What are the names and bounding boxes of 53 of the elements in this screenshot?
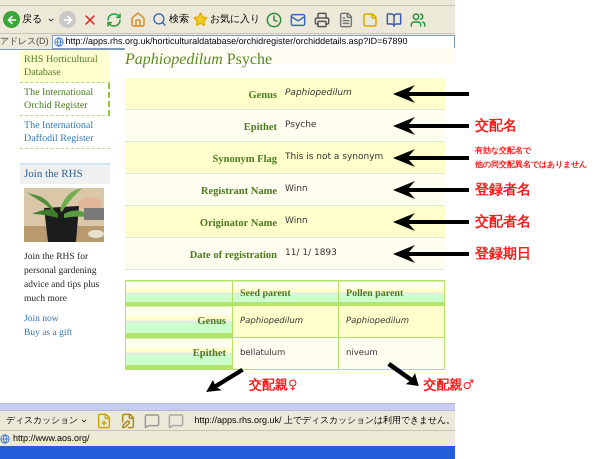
address-label: アドレス(D) — [0, 34, 48, 48]
scrollbar[interactable] — [0, 403, 455, 411]
discussion-message: http://apps.rhs.org.uk/ 上でディスカッションは利用できません。 — [194, 414, 455, 427]
history-icon[interactable] — [264, 10, 284, 30]
annotation-text: 交配親♀ — [249, 376, 298, 395]
favorites-button[interactable]: お気に入り — [193, 8, 260, 30]
arrow — [386, 362, 420, 386]
table-cell: niveum — [338, 338, 444, 370]
field-value: Psyche — [285, 118, 316, 132]
field-value: 11/ 1/ 1893 — [285, 246, 337, 260]
search-button[interactable]: 検索 — [152, 8, 189, 30]
field-label: Registrant Name — [200, 186, 277, 196]
annotation-text: 有効な交配名で — [475, 145, 532, 157]
sidebar-item[interactable]: RHS Horticultural Database — [20, 50, 110, 83]
field-label: Epithet — [244, 122, 277, 132]
section-heading: Join the RHS — [24, 168, 83, 180]
field-label: Date of registration — [190, 250, 277, 260]
back-button[interactable]: 戻る — [2, 8, 43, 30]
page-icon — [54, 36, 64, 46]
annotation-text: 交配親♂ — [424, 376, 474, 395]
annotation-text: 登録者名 — [475, 180, 531, 200]
field-label: Synonym Flag — [212, 154, 277, 164]
field-value: Winn — [285, 182, 308, 196]
back-icon — [3, 11, 20, 28]
promo-text: Join the RHS for personal gardening advice and tips plus much more — [23, 251, 100, 306]
sidebar-item[interactable]: The International Orchid Register — [20, 83, 110, 116]
table-cell: Paphiopedilum — [338, 306, 444, 338]
row-header: Epithet — [126, 338, 232, 370]
row-header: Genus — [126, 306, 232, 338]
sidebar-link[interactable]: Buy as a gift — [24, 326, 72, 340]
discussion-button[interactable]: ディスカッション — [4, 414, 90, 428]
table-cell: Paphiopedilum — [232, 306, 338, 338]
column-header: Pollen parent — [338, 280, 444, 306]
annotation-text: 他の同交配異名ではありません — [475, 159, 587, 171]
star-icon — [193, 12, 208, 27]
annotation-text: 交配者名 — [475, 212, 531, 232]
search-icon — [152, 12, 167, 27]
field-value: This is not a synonym — [285, 150, 384, 164]
annotation-text: 登録期日 — [475, 244, 531, 264]
field-label: Genus — [248, 90, 277, 100]
page-title: Paphiopedilum Psyche — [125, 51, 272, 69]
address-field[interactable]: http://apps.rhs.org.uk/horticulturaldatabase/orchidregister/orchiddetails.asp?ID=67890 — [52, 34, 455, 48]
field-value: Winn — [285, 214, 308, 228]
print-icon[interactable] — [312, 10, 332, 30]
sidebar-link[interactable]: Join now — [24, 312, 59, 326]
table-cell: bellatulum — [232, 338, 338, 370]
field-label: Originator Name — [200, 218, 277, 228]
field-value: Paphiopedilum — [285, 86, 352, 100]
annotation-text: 交配名 — [475, 116, 517, 136]
status-text: http://www.aos.org/ — [13, 432, 90, 445]
page-icon — [0, 434, 10, 444]
sidebar-item[interactable]: The International Daffodil Register — [20, 116, 110, 149]
column-header: Seed parent — [232, 280, 338, 306]
